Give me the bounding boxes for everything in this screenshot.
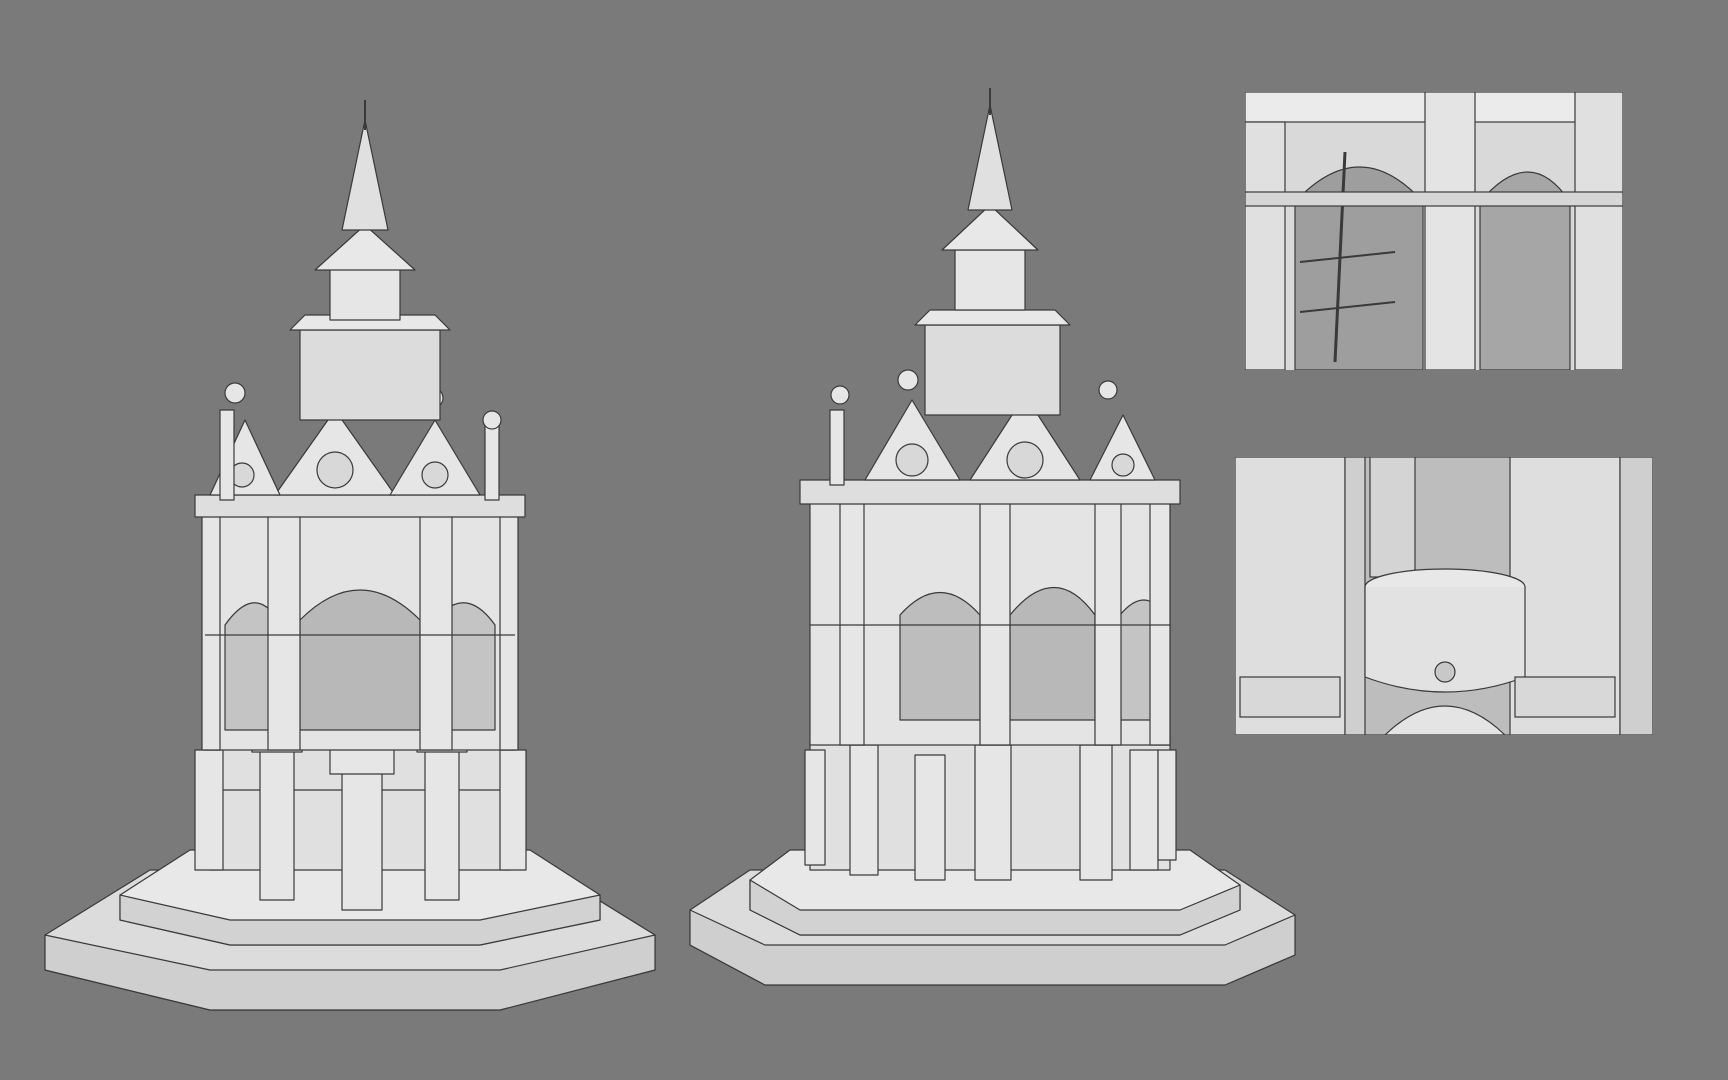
detail-upper-arches bbox=[1245, 92, 1623, 370]
pavilion-drawing-left bbox=[44, 100, 656, 1011]
arch-detail-drawing bbox=[1245, 92, 1623, 370]
pavilion-render-right bbox=[680, 80, 1310, 1020]
pavilion-drawing-right bbox=[689, 88, 1296, 986]
detail-fountain-basin bbox=[1235, 457, 1653, 735]
basin-detail-drawing bbox=[1235, 457, 1653, 735]
pavilion-render-left bbox=[30, 90, 680, 1020]
